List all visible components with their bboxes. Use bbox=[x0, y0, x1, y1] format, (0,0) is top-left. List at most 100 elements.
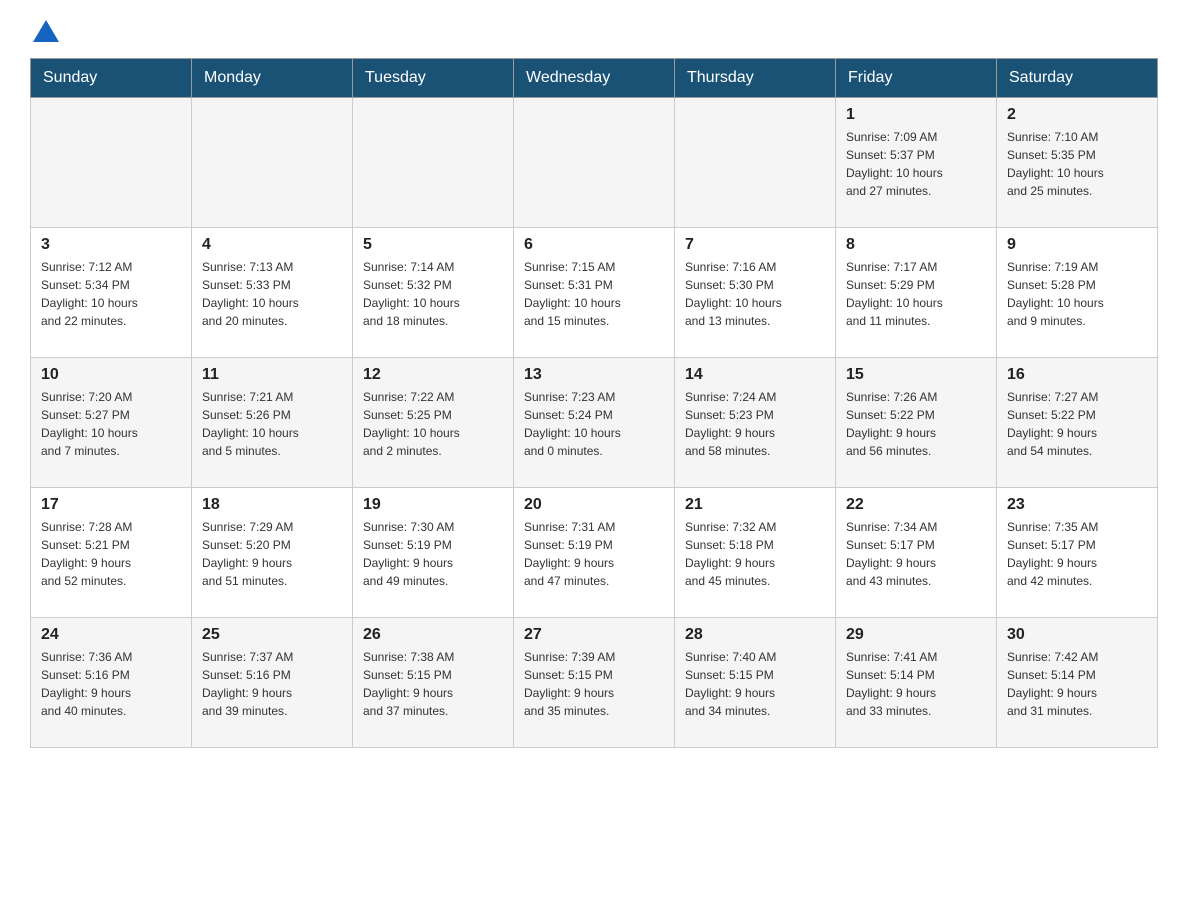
logo bbox=[30, 20, 59, 38]
calendar-week-row: 10Sunrise: 7:20 AM Sunset: 5:27 PM Dayli… bbox=[31, 358, 1158, 488]
day-info: Sunrise: 7:27 AM Sunset: 5:22 PM Dayligh… bbox=[1007, 388, 1147, 460]
day-info: Sunrise: 7:31 AM Sunset: 5:19 PM Dayligh… bbox=[524, 518, 664, 590]
day-number: 20 bbox=[524, 496, 664, 514]
day-info: Sunrise: 7:29 AM Sunset: 5:20 PM Dayligh… bbox=[202, 518, 342, 590]
calendar-week-row: 1 Sunrise: 7:09 AM Sunset: 5:37 PM Daylig… bbox=[31, 98, 1158, 228]
day-info: Sunrise: 7:21 AM Sunset: 5:26 PM Dayligh… bbox=[202, 388, 342, 460]
day-info: Sunrise: 7:38 AM Sunset: 5:15 PM Dayligh… bbox=[363, 648, 503, 720]
calendar-cell: 4 Sunrise: 7:13 AM Sunset: 5:33 PM Daylig… bbox=[192, 228, 353, 358]
day-info: Sunrise: 7:20 AM Sunset: 5:27 PM Dayligh… bbox=[41, 388, 181, 460]
day-info: Sunrise: 7:26 AM Sunset: 5:22 PM Dayligh… bbox=[846, 388, 986, 460]
weekday-header-sunday: Sunday bbox=[31, 59, 192, 98]
calendar-cell: 6 Sunrise: 7:15 AM Sunset: 5:31 PM Daylig… bbox=[514, 228, 675, 358]
day-number: 18 bbox=[202, 496, 342, 514]
day-info: Sunrise: 7:12 AM Sunset: 5:34 PM Dayligh… bbox=[41, 258, 181, 330]
page-header bbox=[30, 20, 1158, 38]
day-number: 21 bbox=[685, 496, 825, 514]
calendar-cell bbox=[353, 98, 514, 228]
day-info: Sunrise: 7:22 AM Sunset: 5:25 PM Dayligh… bbox=[363, 388, 503, 460]
calendar-cell: 3 Sunrise: 7:12 AM Sunset: 5:34 PM Daylig… bbox=[31, 228, 192, 358]
day-number: 25 bbox=[202, 626, 342, 644]
day-number: 16 bbox=[1007, 366, 1147, 384]
day-info: Sunrise: 7:28 AM Sunset: 5:21 PM Dayligh… bbox=[41, 518, 181, 590]
weekday-header-friday: Friday bbox=[836, 59, 997, 98]
day-info: Sunrise: 7:23 AM Sunset: 5:24 PM Dayligh… bbox=[524, 388, 664, 460]
calendar-cell: 16 Sunrise: 7:27 AM Sunset: 5:22 PM Dayli… bbox=[997, 358, 1158, 488]
calendar-cell bbox=[675, 98, 836, 228]
calendar-cell: 5Sunrise: 7:14 AM Sunset: 5:32 PM Daylig… bbox=[353, 228, 514, 358]
weekday-header-tuesday: Tuesday bbox=[353, 59, 514, 98]
calendar-cell: 22 Sunrise: 7:34 AM Sunset: 5:17 PM Dayli… bbox=[836, 488, 997, 618]
day-number: 15 bbox=[846, 366, 986, 384]
day-info: Sunrise: 7:36 AM Sunset: 5:16 PM Dayligh… bbox=[41, 648, 181, 720]
calendar-cell: 24 Sunrise: 7:36 AM Sunset: 5:16 PM Dayli… bbox=[31, 618, 192, 748]
calendar-cell: 10Sunrise: 7:20 AM Sunset: 5:27 PM Dayli… bbox=[31, 358, 192, 488]
day-info: Sunrise: 7:15 AM Sunset: 5:31 PM Dayligh… bbox=[524, 258, 664, 330]
calendar-cell: 7Sunrise: 7:16 AM Sunset: 5:30 PM Daylig… bbox=[675, 228, 836, 358]
weekday-header-row: SundayMondayTuesdayWednesdayThursdayFrid… bbox=[31, 59, 1158, 98]
calendar-table: SundayMondayTuesdayWednesdayThursdayFrid… bbox=[30, 58, 1158, 748]
calendar-week-row: 24 Sunrise: 7:36 AM Sunset: 5:16 PM Dayli… bbox=[31, 618, 1158, 748]
day-info: Sunrise: 7:13 AM Sunset: 5:33 PM Dayligh… bbox=[202, 258, 342, 330]
day-number: 23 bbox=[1007, 496, 1147, 514]
weekday-header-monday: Monday bbox=[192, 59, 353, 98]
calendar-cell: 8Sunrise: 7:17 AM Sunset: 5:29 PM Daylig… bbox=[836, 228, 997, 358]
calendar-cell: 9 Sunrise: 7:19 AM Sunset: 5:28 PM Daylig… bbox=[997, 228, 1158, 358]
day-number: 2 bbox=[1007, 106, 1147, 124]
calendar-cell: 25 Sunrise: 7:37 AM Sunset: 5:16 PM Dayli… bbox=[192, 618, 353, 748]
weekday-header-saturday: Saturday bbox=[997, 59, 1158, 98]
calendar-cell: 13 Sunrise: 7:23 AM Sunset: 5:24 PM Dayli… bbox=[514, 358, 675, 488]
day-number: 29 bbox=[846, 626, 986, 644]
calendar-cell: 11 Sunrise: 7:21 AM Sunset: 5:26 PM Dayli… bbox=[192, 358, 353, 488]
day-info: Sunrise: 7:32 AM Sunset: 5:18 PM Dayligh… bbox=[685, 518, 825, 590]
day-number: 24 bbox=[41, 626, 181, 644]
day-info: Sunrise: 7:34 AM Sunset: 5:17 PM Dayligh… bbox=[846, 518, 986, 590]
day-number: 11 bbox=[202, 366, 342, 384]
day-info: Sunrise: 7:24 AM Sunset: 5:23 PM Dayligh… bbox=[685, 388, 825, 460]
day-info: Sunrise: 7:14 AM Sunset: 5:32 PM Dayligh… bbox=[363, 258, 503, 330]
day-info: Sunrise: 7:10 AM Sunset: 5:35 PM Dayligh… bbox=[1007, 128, 1147, 200]
day-number: 12 bbox=[363, 366, 503, 384]
calendar-cell: 28 Sunrise: 7:40 AM Sunset: 5:15 PM Dayli… bbox=[675, 618, 836, 748]
calendar-week-row: 3 Sunrise: 7:12 AM Sunset: 5:34 PM Daylig… bbox=[31, 228, 1158, 358]
logo-triangle-icon bbox=[33, 20, 59, 42]
day-info: Sunrise: 7:09 AM Sunset: 5:37 PM Dayligh… bbox=[846, 128, 986, 200]
day-number: 28 bbox=[685, 626, 825, 644]
day-info: Sunrise: 7:42 AM Sunset: 5:14 PM Dayligh… bbox=[1007, 648, 1147, 720]
day-info: Sunrise: 7:30 AM Sunset: 5:19 PM Dayligh… bbox=[363, 518, 503, 590]
calendar-cell: 15 Sunrise: 7:26 AM Sunset: 5:22 PM Dayli… bbox=[836, 358, 997, 488]
day-number: 13 bbox=[524, 366, 664, 384]
calendar-cell: 26 Sunrise: 7:38 AM Sunset: 5:15 PM Dayli… bbox=[353, 618, 514, 748]
day-info: Sunrise: 7:40 AM Sunset: 5:15 PM Dayligh… bbox=[685, 648, 825, 720]
calendar-cell bbox=[31, 98, 192, 228]
calendar-cell: 14 Sunrise: 7:24 AM Sunset: 5:23 PM Dayli… bbox=[675, 358, 836, 488]
calendar-cell: 2 Sunrise: 7:10 AM Sunset: 5:35 PM Daylig… bbox=[997, 98, 1158, 228]
day-number: 1 bbox=[846, 106, 986, 124]
calendar-cell: 27 Sunrise: 7:39 AM Sunset: 5:15 PM Dayli… bbox=[514, 618, 675, 748]
calendar-cell: 18 Sunrise: 7:29 AM Sunset: 5:20 PM Dayli… bbox=[192, 488, 353, 618]
day-number: 22 bbox=[846, 496, 986, 514]
day-number: 9 bbox=[1007, 236, 1147, 254]
calendar-cell: 1 Sunrise: 7:09 AM Sunset: 5:37 PM Daylig… bbox=[836, 98, 997, 228]
day-info: Sunrise: 7:39 AM Sunset: 5:15 PM Dayligh… bbox=[524, 648, 664, 720]
calendar-cell: 29 Sunrise: 7:41 AM Sunset: 5:14 PM Dayli… bbox=[836, 618, 997, 748]
day-number: 6 bbox=[524, 236, 664, 254]
day-number: 17 bbox=[41, 496, 181, 514]
day-number: 26 bbox=[363, 626, 503, 644]
calendar-cell bbox=[514, 98, 675, 228]
calendar-cell: 17 Sunrise: 7:28 AM Sunset: 5:21 PM Dayli… bbox=[31, 488, 192, 618]
day-number: 14 bbox=[685, 366, 825, 384]
day-number: 4 bbox=[202, 236, 342, 254]
day-number: 8 bbox=[846, 236, 986, 254]
day-info: Sunrise: 7:37 AM Sunset: 5:16 PM Dayligh… bbox=[202, 648, 342, 720]
day-number: 3 bbox=[41, 236, 181, 254]
day-info: Sunrise: 7:35 AM Sunset: 5:17 PM Dayligh… bbox=[1007, 518, 1147, 590]
day-info: Sunrise: 7:16 AM Sunset: 5:30 PM Dayligh… bbox=[685, 258, 825, 330]
day-info: Sunrise: 7:41 AM Sunset: 5:14 PM Dayligh… bbox=[846, 648, 986, 720]
weekday-header-wednesday: Wednesday bbox=[514, 59, 675, 98]
calendar-cell: 30Sunrise: 7:42 AM Sunset: 5:14 PM Dayli… bbox=[997, 618, 1158, 748]
day-number: 27 bbox=[524, 626, 664, 644]
calendar-cell bbox=[192, 98, 353, 228]
calendar-week-row: 17 Sunrise: 7:28 AM Sunset: 5:21 PM Dayli… bbox=[31, 488, 1158, 618]
day-info: Sunrise: 7:19 AM Sunset: 5:28 PM Dayligh… bbox=[1007, 258, 1147, 330]
